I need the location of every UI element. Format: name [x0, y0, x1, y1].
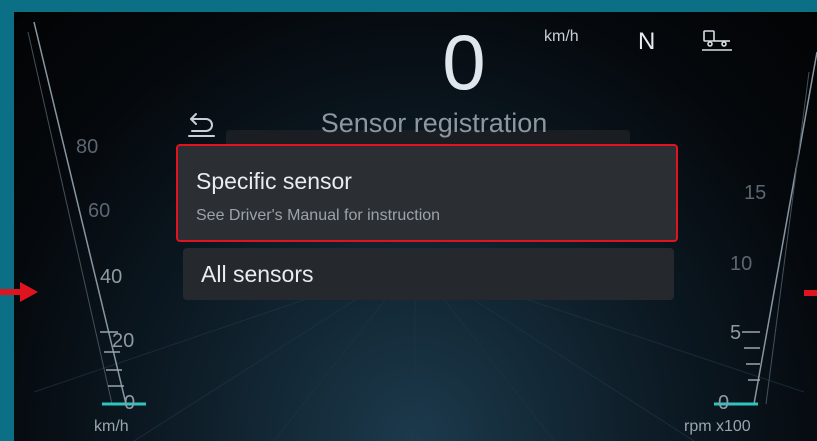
gear-indicator: N	[638, 28, 656, 55]
speed-tick-0: 0	[124, 392, 136, 414]
rpm-tick-10: 10	[730, 253, 753, 275]
menu-item-sublabel: See Driver's Manual for instruction	[196, 207, 441, 224]
rpm-tick-5: 5	[730, 322, 742, 344]
right-pointer-arrow-icon	[804, 290, 817, 296]
trailer-icon	[702, 28, 734, 57]
back-arrow-icon[interactable]	[186, 108, 218, 145]
speed-tick-80: 80	[76, 136, 99, 158]
rpm-tick-0: 0	[718, 392, 730, 414]
rpm-tick-15: 15	[744, 182, 767, 204]
menu-item-all-sensors[interactable]: All sensors	[183, 248, 674, 300]
left-pointer-arrow-icon	[0, 282, 38, 302]
menu-item-specific-sensor[interactable]: Specific sensor See Driver's Manual for …	[176, 144, 678, 242]
menu-item-label: All sensors	[201, 261, 314, 287]
speed-unit: km/h	[544, 28, 579, 45]
speed-tick-20: 20	[112, 330, 135, 352]
menu-item-label: Specific sensor	[196, 168, 352, 194]
speedometer-unit: km/h	[94, 418, 129, 435]
speed-tick-40: 40	[100, 266, 123, 288]
instrument-cluster-display: 80 60 40 20 0 km/h 15 10 5 0 rpm x100 0 …	[14, 12, 817, 441]
tachometer-unit: rpm x100	[684, 418, 751, 435]
tachometer-edge-line	[753, 51, 817, 405]
menu-title: Sensor registration	[320, 108, 548, 138]
current-speed: 0	[442, 18, 486, 106]
tachometer-ticks	[742, 331, 760, 381]
speed-tick-60: 60	[88, 200, 111, 222]
